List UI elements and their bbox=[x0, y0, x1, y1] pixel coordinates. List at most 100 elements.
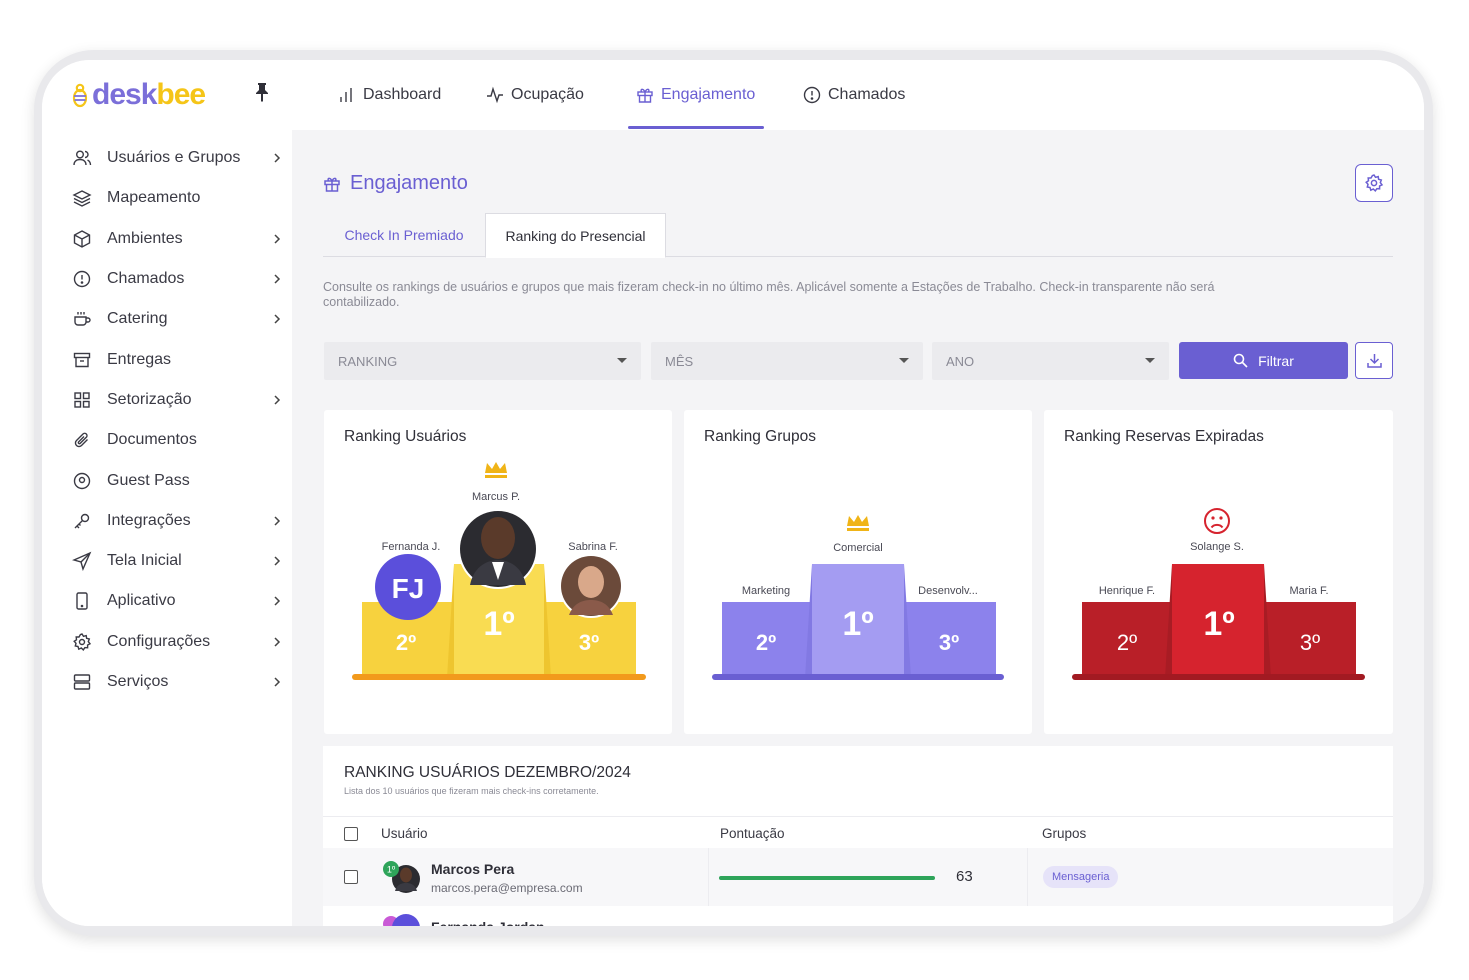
download-button[interactable] bbox=[1355, 342, 1393, 379]
sidebar-item-label: Setorização bbox=[107, 390, 192, 408]
main-content: Engajamento Check In Premiado Ranking do… bbox=[292, 130, 1424, 926]
podium-base bbox=[712, 674, 1004, 680]
send-icon bbox=[72, 551, 92, 572]
ranking-grupos-card: Ranking Grupos Comercial Marketing Desen… bbox=[684, 410, 1032, 734]
sidebar-nav: Usuários e Grupos Mapeamento Ambientes C… bbox=[72, 138, 282, 702]
subtab-ranking-presencial[interactable]: Ranking do Presencial bbox=[485, 213, 666, 258]
filter-button[interactable]: Filtrar bbox=[1179, 342, 1348, 379]
active-tab-indicator bbox=[628, 126, 764, 129]
archive-icon bbox=[73, 352, 91, 367]
chevron-right-icon bbox=[274, 637, 281, 647]
column-header-pontuacao[interactable]: Pontuação bbox=[720, 826, 785, 841]
mes-select-placeholder: MÊS bbox=[665, 353, 694, 369]
sidebar-item-tela-inicial[interactable]: Tela Inicial bbox=[72, 541, 282, 581]
page-title: Engajamento bbox=[323, 172, 468, 195]
group-badge[interactable]: Mensageria bbox=[1043, 866, 1119, 888]
user-avatar: 1º bbox=[383, 861, 420, 893]
ano-select[interactable]: ANO bbox=[932, 342, 1169, 380]
sidebar-item-setorizacao[interactable]: Setorização bbox=[72, 380, 282, 420]
sidebar-item-configuracoes[interactable]: Configurações bbox=[72, 622, 282, 662]
sidebar-item-usuarios-grupos[interactable]: Usuários e Grupos bbox=[72, 138, 282, 178]
sidebar-item-entregas[interactable]: Entregas bbox=[72, 339, 282, 379]
key-icon bbox=[74, 513, 90, 529]
sidebar-item-mapeamento[interactable]: Mapeamento bbox=[72, 178, 282, 218]
page-description: Consulte os rankings de usuários e grupo… bbox=[323, 280, 1215, 309]
first-place-label: 1º bbox=[842, 605, 873, 643]
column-header-grupos[interactable]: Grupos bbox=[1042, 826, 1086, 841]
caret-down-icon bbox=[617, 358, 627, 363]
second-place-label: 2º bbox=[396, 630, 416, 655]
crown-icon bbox=[485, 462, 507, 478]
select-all-checkbox[interactable] bbox=[344, 827, 358, 841]
settings-button[interactable] bbox=[1355, 164, 1393, 202]
page-title-text: Engajamento bbox=[350, 172, 468, 194]
subtab-check-in-premiado[interactable]: Check In Premiado bbox=[323, 213, 485, 257]
table-row[interactable]: Fernanda Jordan bbox=[323, 906, 1393, 926]
alert-circle-icon bbox=[73, 270, 91, 288]
tab-dashboard[interactable]: Dashboard bbox=[338, 86, 441, 104]
row-checkbox[interactable] bbox=[344, 870, 358, 884]
podium-base bbox=[352, 674, 646, 680]
tab-engajamento[interactable]: Engajamento bbox=[636, 86, 755, 104]
score-bar bbox=[719, 876, 935, 880]
third-place-label: 3º bbox=[1300, 630, 1320, 655]
logo-bee-text: bee bbox=[156, 78, 206, 111]
podium-usuarios: Marcus P. Fernanda J. Sabrina F. 2º 1º 3… bbox=[352, 462, 646, 680]
first-place-name: Marcus P. bbox=[472, 491, 520, 503]
sidebar-item-documentos[interactable]: Documentos bbox=[72, 420, 282, 460]
sidebar-item-label: Chamados bbox=[107, 270, 185, 288]
users-icon bbox=[73, 150, 92, 166]
sidebar-item-label: Aplicativo bbox=[107, 592, 176, 610]
second-place-avatar: FJ bbox=[375, 554, 441, 620]
score-value: 63 bbox=[956, 868, 973, 885]
sidebar-item-label: Tela Inicial bbox=[107, 552, 182, 570]
filter-button-label: Filtrar bbox=[1258, 352, 1294, 369]
server-icon bbox=[73, 674, 91, 690]
column-header-usuario[interactable]: Usuário bbox=[381, 826, 428, 841]
crown-icon bbox=[847, 515, 869, 531]
tab-label: Ocupação bbox=[511, 86, 584, 103]
paperclip-icon bbox=[74, 432, 88, 448]
second-place-name: Fernanda J. bbox=[382, 541, 441, 553]
rank-badge-label: 1º bbox=[387, 865, 396, 875]
chevron-right-icon bbox=[274, 556, 281, 566]
sidebar-item-aplicativo[interactable]: Aplicativo bbox=[72, 581, 282, 621]
second-place-name: Marketing bbox=[742, 585, 790, 597]
deskbee-logo[interactable]: desk bee bbox=[70, 78, 206, 112]
podium-grupos: Comercial Marketing Desenvolv... 2º 1º 3… bbox=[712, 515, 1004, 680]
sidebar-item-label: Mapeamento bbox=[107, 189, 201, 207]
first-place-name: Solange S. bbox=[1190, 541, 1244, 553]
pin-icon[interactable] bbox=[254, 82, 270, 102]
sidebar-item-label: Entregas bbox=[107, 350, 172, 368]
sad-face-icon bbox=[1204, 508, 1230, 534]
sidebar-item-label: Ambientes bbox=[107, 229, 183, 247]
second-place-label: 2º bbox=[756, 630, 776, 655]
sidebar-item-ambientes[interactable]: Ambientes bbox=[72, 219, 282, 259]
ano-select-placeholder: ANO bbox=[946, 353, 975, 369]
cube-icon bbox=[73, 229, 91, 248]
settings-icon bbox=[1365, 174, 1384, 193]
tab-ocupacao[interactable]: Ocupação bbox=[486, 86, 584, 104]
sidebar-item-label: Configurações bbox=[107, 632, 211, 650]
sidebar-item-guest-pass[interactable]: Guest Pass bbox=[72, 460, 282, 500]
table-row[interactable]: 1º Marcos Pera marcos.pera@empresa.com 6… bbox=[323, 848, 1393, 906]
mes-select[interactable]: MÊS bbox=[651, 342, 923, 380]
first-place-label: 1º bbox=[1203, 605, 1234, 643]
sidebar-item-integracoes[interactable]: Integrações bbox=[72, 501, 282, 541]
user-name: Marcos Pera bbox=[431, 861, 515, 877]
caret-down-icon bbox=[899, 358, 909, 363]
sidebar-item-label: Usuários e Grupos bbox=[107, 149, 241, 167]
sidebar-item-catering[interactable]: Catering bbox=[72, 299, 282, 339]
tab-chamados[interactable]: Chamados bbox=[803, 86, 905, 104]
alert-circle-icon bbox=[803, 86, 821, 104]
ranking-select[interactable]: RANKING bbox=[324, 342, 641, 380]
sidebar-item-chamados[interactable]: Chamados bbox=[72, 259, 282, 299]
ranking-table-card: RANKING USUÁRIOS DEZEMBRO/2024 Lista dos… bbox=[323, 746, 1393, 926]
bee-logo-icon bbox=[72, 83, 88, 108]
third-place-avatar bbox=[559, 554, 623, 618]
chevron-right-icon bbox=[274, 596, 281, 606]
sidebar-item-servicos[interactable]: Serviços bbox=[72, 662, 282, 702]
first-place-label: 1º bbox=[483, 605, 514, 643]
sidebar-item-label: Serviços bbox=[107, 673, 169, 690]
download-icon bbox=[1366, 354, 1382, 368]
